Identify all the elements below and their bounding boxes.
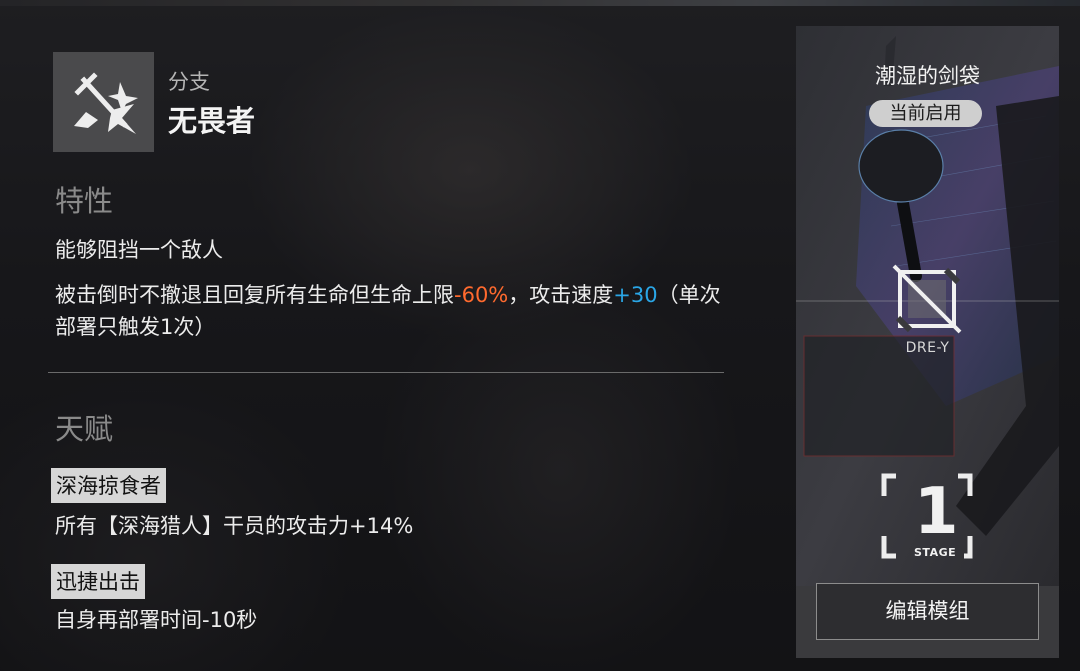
module-name: 潮湿的剑袋 xyxy=(875,64,980,88)
talent-description: 自身再部署时间-10秒 xyxy=(55,608,258,632)
talent-description: 所有【深海猎人】干员的攻击力+14% xyxy=(55,514,414,538)
talent-title: 天赋 xyxy=(55,412,114,446)
section-divider xyxy=(48,372,724,373)
branch-swords-icon xyxy=(53,52,154,152)
trait-line: 能够阻挡一个敌人 xyxy=(55,238,223,262)
attack-speed-bonus: +30 xyxy=(613,283,658,307)
module-code: DRE-Y xyxy=(905,340,950,356)
trait-effect: 被击倒时不撤退且回复所有生命但生命上限-60%，攻击速度+30（单次部署只触发1… xyxy=(55,279,725,343)
module-stage-label: STAGE xyxy=(914,546,957,559)
module-card[interactable]: 潮湿的剑袋 当前启用 DRE-Y 1 STAGE 编辑模组 xyxy=(796,26,1059,658)
operator-module-panel: 分支 无畏者 特性 能够阻挡一个敌人 被击倒时不撤退且回复所有生命但生命上限-6… xyxy=(0,0,1080,671)
max-hp-penalty: -60% xyxy=(454,283,509,307)
trait-text: 被击倒时不撤退且回复所有生命但生命上限 xyxy=(55,283,454,307)
talent-name: 深海掠食者 xyxy=(51,468,166,503)
module-stage-number: 1 xyxy=(914,475,959,549)
trait-title: 特性 xyxy=(55,184,114,218)
module-status-badge: 当前启用 xyxy=(869,100,982,127)
branch-label: 分支 xyxy=(168,70,210,94)
edit-module-button[interactable]: 编辑模组 xyxy=(816,583,1039,640)
branch-name: 无畏者 xyxy=(168,104,256,138)
talent-name: 迅捷出击 xyxy=(51,564,145,599)
trait-text: ，攻击速度 xyxy=(508,283,614,307)
